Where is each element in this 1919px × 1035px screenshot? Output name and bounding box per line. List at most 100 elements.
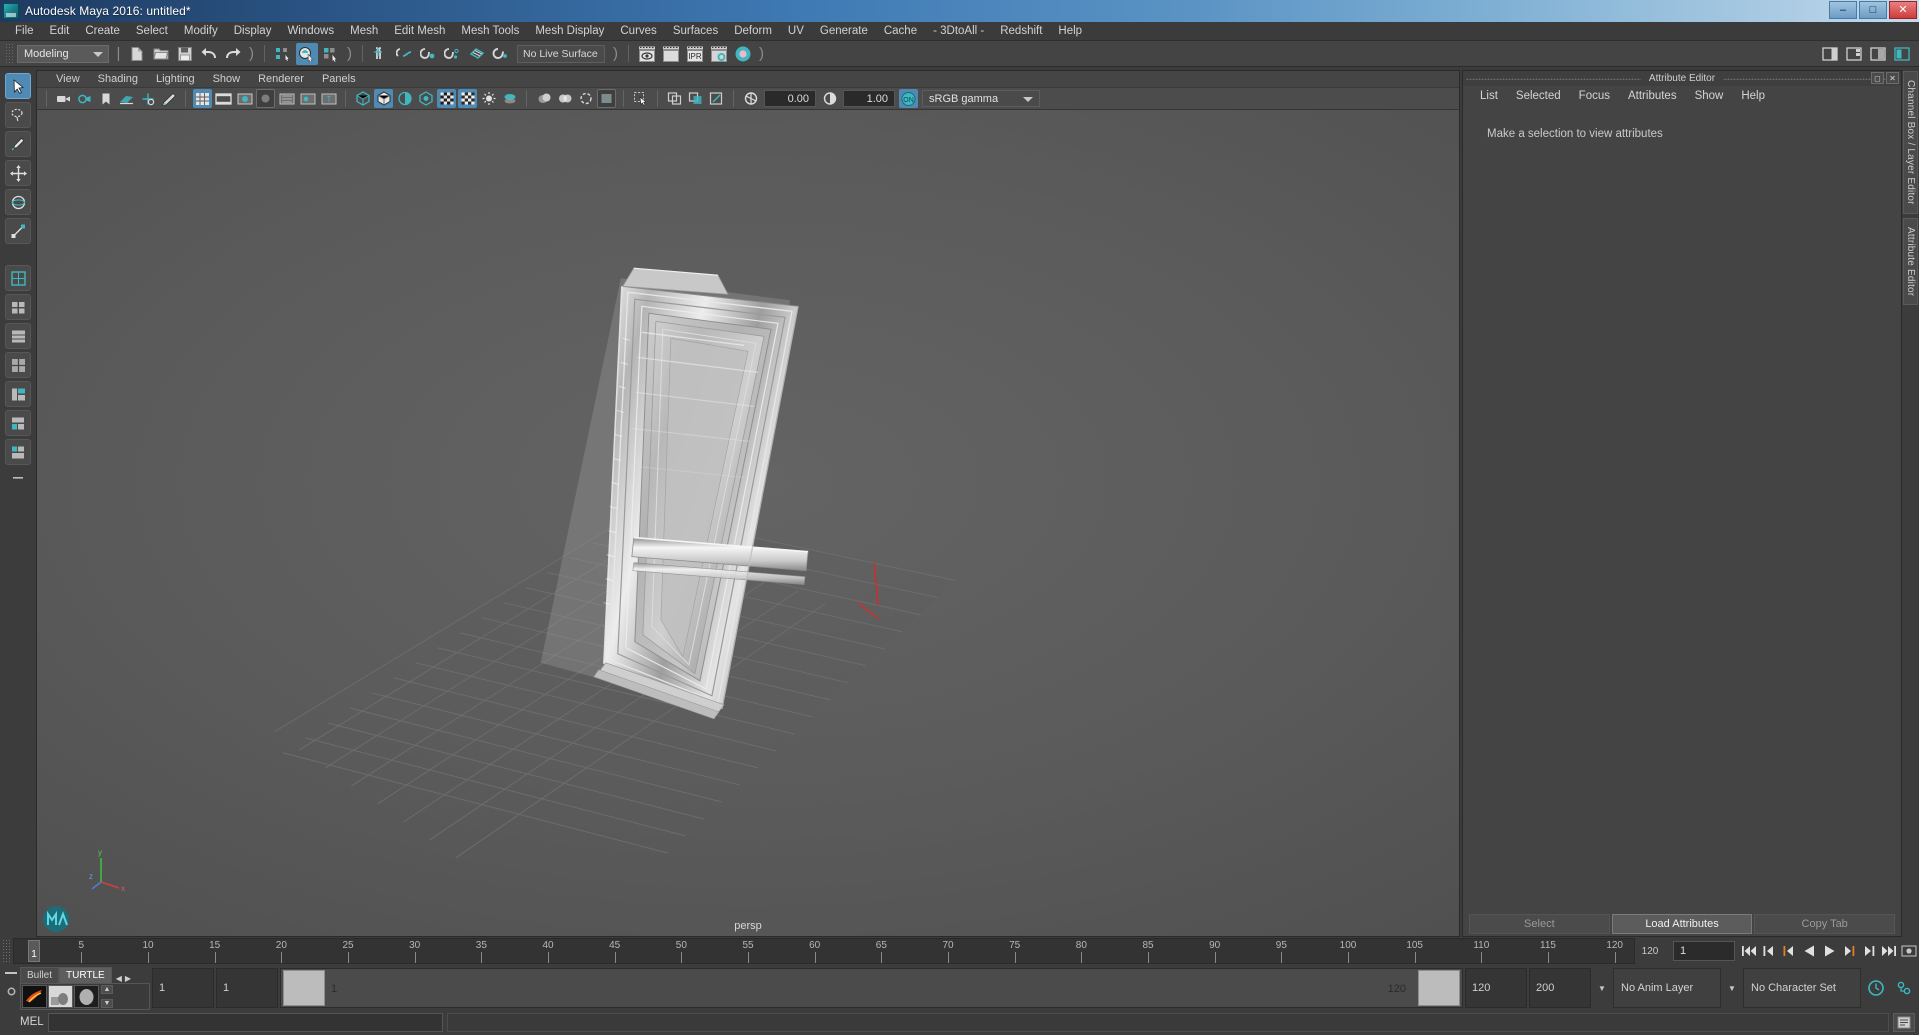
gate-mask-icon[interactable]: [256, 89, 275, 108]
film-gate-icon[interactable]: [214, 89, 233, 108]
layout-hypergraph[interactable]: [5, 381, 31, 407]
xray-active-components-icon[interactable]: [707, 89, 726, 108]
save-scene-icon[interactable]: [174, 43, 196, 65]
select-by-component-icon[interactable]: [320, 43, 342, 65]
go-to-end-icon[interactable]: [1880, 941, 1898, 961]
command-input[interactable]: [48, 1012, 443, 1032]
maximize-button[interactable]: □: [1859, 1, 1887, 19]
shadows-icon[interactable]: [500, 89, 519, 108]
select-camera-icon[interactable]: [54, 89, 73, 108]
menu-redshift[interactable]: Redshift: [992, 22, 1050, 41]
script-editor-icon[interactable]: [1893, 1012, 1915, 1032]
shelf-next-icon[interactable]: ▶: [125, 974, 131, 983]
step-back-key-icon[interactable]: [1780, 941, 1798, 961]
shelf-prev-icon[interactable]: ◀: [116, 974, 122, 983]
select-button[interactable]: Select: [1469, 914, 1610, 934]
panel-menu-lighting[interactable]: Lighting: [147, 73, 204, 85]
anim-layer-chevron-icon[interactable]: ▼: [1723, 968, 1741, 1008]
auto-keyframe-icon[interactable]: [1864, 968, 1888, 1008]
play-forwards-icon[interactable]: [1820, 941, 1838, 961]
xray-icon[interactable]: [665, 89, 684, 108]
attr-menu-help[interactable]: Help: [1732, 90, 1774, 102]
snap-to-grid-icon[interactable]: [370, 43, 392, 65]
exposure-value[interactable]: 0.00: [764, 90, 816, 107]
paint-select-tool[interactable]: [5, 131, 31, 157]
gamma-icon[interactable]: [820, 89, 839, 108]
perspective-viewport[interactable]: y x z persp: [37, 110, 1459, 936]
attr-menu-show[interactable]: Show: [1686, 90, 1733, 102]
select-by-object-icon[interactable]: [296, 42, 318, 65]
menu-mesh-display[interactable]: Mesh Display: [527, 22, 612, 41]
character-set-selector[interactable]: No Character Set: [1743, 968, 1861, 1008]
turtle-bake-icon[interactable]: [48, 985, 73, 1008]
color-management-toggle-icon[interactable]: ON: [899, 89, 918, 108]
panel-menu-show[interactable]: Show: [204, 73, 250, 85]
menu-cache[interactable]: Cache: [876, 22, 925, 41]
layout-single-pane[interactable]: [5, 265, 31, 291]
shelf-scroll-down-icon[interactable]: ▼: [101, 999, 113, 1008]
field-chart-icon[interactable]: [277, 89, 296, 108]
range-start-handle[interactable]: [283, 970, 325, 1006]
camera-attributes-icon[interactable]: [75, 89, 94, 108]
grease-pencil-icon[interactable]: [159, 89, 178, 108]
command-language-label[interactable]: MEL: [4, 1016, 44, 1028]
safe-title-icon[interactable]: T: [319, 89, 338, 108]
playback-end-field[interactable]: 120: [1465, 968, 1527, 1008]
grid-toggle-icon[interactable]: [193, 89, 212, 108]
smooth-shade-selected-icon[interactable]: [395, 89, 414, 108]
snap-to-view-plane-icon[interactable]: [466, 43, 488, 65]
menu-deform[interactable]: Deform: [726, 22, 780, 41]
step-back-frame-icon[interactable]: [1760, 941, 1778, 961]
bookmarks-icon[interactable]: [96, 89, 115, 108]
sidebar-toggle-icon[interactable]: [1819, 43, 1841, 65]
live-surface-field[interactable]: No Live Surface: [517, 44, 605, 63]
open-scene-icon[interactable]: [150, 43, 172, 65]
select-by-hierarchy-icon[interactable]: [272, 43, 294, 65]
attr-menu-focus[interactable]: Focus: [1570, 90, 1619, 102]
menu-mesh-tools[interactable]: Mesh Tools: [453, 22, 527, 41]
redo-icon[interactable]: [222, 43, 244, 65]
resolution-gate-icon[interactable]: [235, 89, 254, 108]
shaded-wireframe-icon[interactable]: [437, 89, 456, 108]
panel-menu-panels[interactable]: Panels: [313, 73, 365, 85]
safe-action-icon[interactable]: [298, 89, 317, 108]
menu-curves[interactable]: Curves: [612, 22, 664, 41]
undock-icon[interactable]: ◻: [1871, 72, 1884, 84]
render-current-frame-icon[interactable]: [660, 43, 682, 65]
menu-modify[interactable]: Modify: [176, 22, 226, 41]
turtle-render-icon[interactable]: [22, 985, 47, 1008]
layout-persp-graph[interactable]: [5, 439, 31, 465]
panel-menu-renderer[interactable]: Renderer: [249, 73, 313, 85]
lasso-select-tool[interactable]: [5, 102, 31, 128]
textured-icon[interactable]: [458, 89, 477, 108]
menu-set-selector[interactable]: Modeling: [17, 44, 109, 63]
layout-four-pane[interactable]: [5, 352, 31, 378]
ipr-render-icon[interactable]: IPR: [684, 43, 706, 65]
menu-file[interactable]: File: [7, 22, 42, 41]
menu-3dtoall[interactable]: - 3DtoAll -: [925, 22, 992, 41]
layout-two-pane-side[interactable]: [5, 294, 31, 320]
make-live-icon[interactable]: [490, 43, 512, 65]
shelf-tab-bullet[interactable]: Bullet: [20, 967, 60, 983]
gamma-value[interactable]: 1.00: [843, 90, 895, 107]
menu-help[interactable]: Help: [1050, 22, 1090, 41]
two-d-pan-zoom-icon[interactable]: [138, 89, 157, 108]
layout-more[interactable]: [7, 468, 29, 488]
scale-tool[interactable]: [5, 218, 31, 244]
render-view-icon[interactable]: [636, 43, 658, 65]
menu-uv[interactable]: UV: [780, 22, 812, 41]
color-management-selector[interactable]: sRGB gamma: [922, 90, 1040, 107]
shelf-tab-turtle[interactable]: TURTLE: [59, 967, 112, 983]
shelf-menu-icon[interactable]: [5, 970, 17, 976]
tab-channel-box-layer-editor[interactable]: Channel Box / Layer Editor: [1903, 71, 1918, 214]
time-slider[interactable]: 1 5 10 15 20 25 30 35 40 45 50 55 60 65 70 75 80 85 90 95 1…: [13, 938, 1635, 964]
range-end-handle[interactable]: [1418, 970, 1460, 1006]
panel-menu-shading[interactable]: Shading: [89, 73, 147, 85]
image-plane-icon[interactable]: [117, 89, 136, 108]
undo-icon[interactable]: [198, 43, 220, 65]
attr-menu-attributes[interactable]: Attributes: [1619, 90, 1686, 102]
menu-mesh[interactable]: Mesh: [342, 22, 386, 41]
new-scene-icon[interactable]: [126, 43, 148, 65]
shelf-scroll-up-icon[interactable]: ▲: [101, 985, 113, 994]
screen-space-ao-icon[interactable]: [534, 89, 553, 108]
